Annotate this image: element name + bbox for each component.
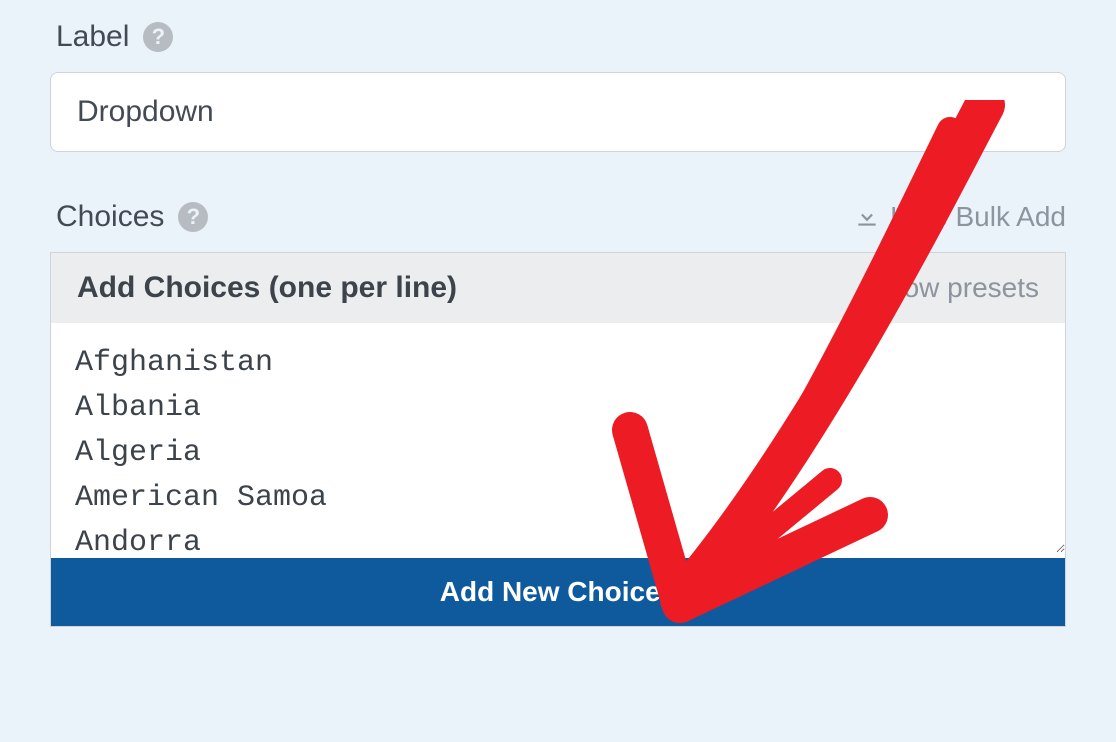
hide-bulk-add-label: Hide Bulk Add (890, 201, 1066, 233)
choices-textarea[interactable] (51, 323, 1065, 553)
choices-box: Add Choices (one per line) Show presets … (50, 252, 1066, 627)
help-icon[interactable]: ? (143, 22, 173, 52)
label-field-header: Label ? (50, 20, 1066, 54)
label-input[interactable] (50, 72, 1066, 152)
choices-header: Choices ? Hide Bulk Add (50, 200, 1066, 234)
choices-title: Choices (56, 200, 164, 234)
help-icon[interactable]: ? (178, 202, 208, 232)
show-presets-link[interactable]: Show presets (869, 272, 1039, 304)
hide-bulk-add-toggle[interactable]: Hide Bulk Add (854, 201, 1066, 233)
add-new-choices-button[interactable]: Add New Choices (51, 558, 1065, 626)
choices-box-header: Add Choices (one per line) Show presets (51, 253, 1065, 323)
label-field-title: Label (56, 20, 129, 54)
choices-box-title: Add Choices (one per line) (77, 271, 457, 305)
choices-title-wrap: Choices ? (56, 200, 208, 234)
download-icon (854, 204, 880, 230)
